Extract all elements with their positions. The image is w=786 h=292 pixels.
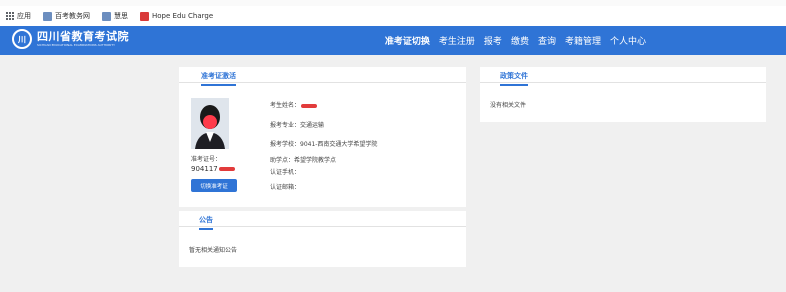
ticket-panel: 准考证激活 准考证号： 904117 切换准考证 考生姓名： 报考专业：交通运输… xyxy=(179,67,466,207)
bookmark-item[interactable]: Hope Edu Charge xyxy=(140,11,214,21)
policy-panel-title: 政策文件 xyxy=(500,71,528,86)
logo-subtitle: SICHUAN EDUCATIONAL EXAMINATIONS AUTHORI… xyxy=(37,43,115,47)
switch-ticket-button[interactable]: 切换准考证 xyxy=(191,179,237,192)
notice-panel: 公告 暂无相关通知公告 xyxy=(179,211,466,267)
nav-records[interactable]: 考籍管理 xyxy=(565,34,601,47)
bookmark-label: Hope Edu Charge xyxy=(152,12,214,20)
candidate-photo xyxy=(191,98,229,149)
bookmark-label: 慧思 xyxy=(114,12,128,20)
bookmark-label: 应用 xyxy=(17,12,31,20)
bookmark-red-icon xyxy=(140,11,149,21)
notice-panel-title: 公告 xyxy=(199,215,213,230)
redaction-mark xyxy=(218,167,235,171)
site-logo[interactable]: 川 四川省教育考试院 SICHUAN EDUCATIONAL EXAMINATI… xyxy=(12,29,129,49)
bookmark-item[interactable]: 慧思 xyxy=(102,11,128,21)
nav-payment[interactable]: 缴费 xyxy=(511,34,529,47)
redaction-mark xyxy=(301,103,318,108)
bookmark-page-icon xyxy=(43,11,52,21)
nav-ticket-switch[interactable]: 准考证切换 xyxy=(385,34,430,47)
nav-query[interactable]: 查询 xyxy=(538,34,556,47)
ticket-number-label: 准考证号： xyxy=(191,156,222,163)
assist-point-row: 助学点：希望学院教学点 xyxy=(270,157,337,164)
apps-grid-icon xyxy=(6,12,14,20)
bookmarks-bar: 应用 百考教务网 慧思 Hope Edu Charge xyxy=(0,6,786,27)
logo-title: 四川省教育考试院 xyxy=(37,30,129,43)
ticket-panel-title: 准考证激活 xyxy=(201,71,236,86)
bookmark-page-icon xyxy=(102,11,111,21)
nav-apply[interactable]: 报考 xyxy=(484,34,502,47)
phone-row: 认证手机： xyxy=(270,169,301,176)
nav-profile[interactable]: 个人中心 xyxy=(610,34,646,47)
major-row: 报考专业：交通运输 xyxy=(270,122,325,129)
candidate-name-row: 考生姓名： xyxy=(270,100,318,109)
site-header: 川 四川省教育考试院 SICHUAN EDUCATIONAL EXAMINATI… xyxy=(0,26,786,55)
main-nav: 准考证切换 考生注册 报考 缴费 查询 考籍管理 个人中心 xyxy=(376,26,646,55)
ticket-number-value: 904117 xyxy=(191,165,235,173)
email-row: 认证邮箱： xyxy=(270,184,301,191)
notice-empty-text: 暂无相关通知公告 xyxy=(189,247,238,254)
bookmark-item[interactable]: 百考教务网 xyxy=(43,11,90,21)
policy-empty-text: 没有相关文件 xyxy=(490,102,527,109)
panel-divider xyxy=(179,226,466,227)
school-row: 报考学校：9041-西南交通大学希望学院 xyxy=(270,141,378,148)
bookmark-apps[interactable]: 应用 xyxy=(6,11,31,21)
logo-seal-icon: 川 xyxy=(12,29,32,49)
nav-register[interactable]: 考生注册 xyxy=(439,34,475,47)
policy-panel: 政策文件 没有相关文件 xyxy=(480,67,766,122)
bookmark-label: 百考教务网 xyxy=(55,12,90,20)
